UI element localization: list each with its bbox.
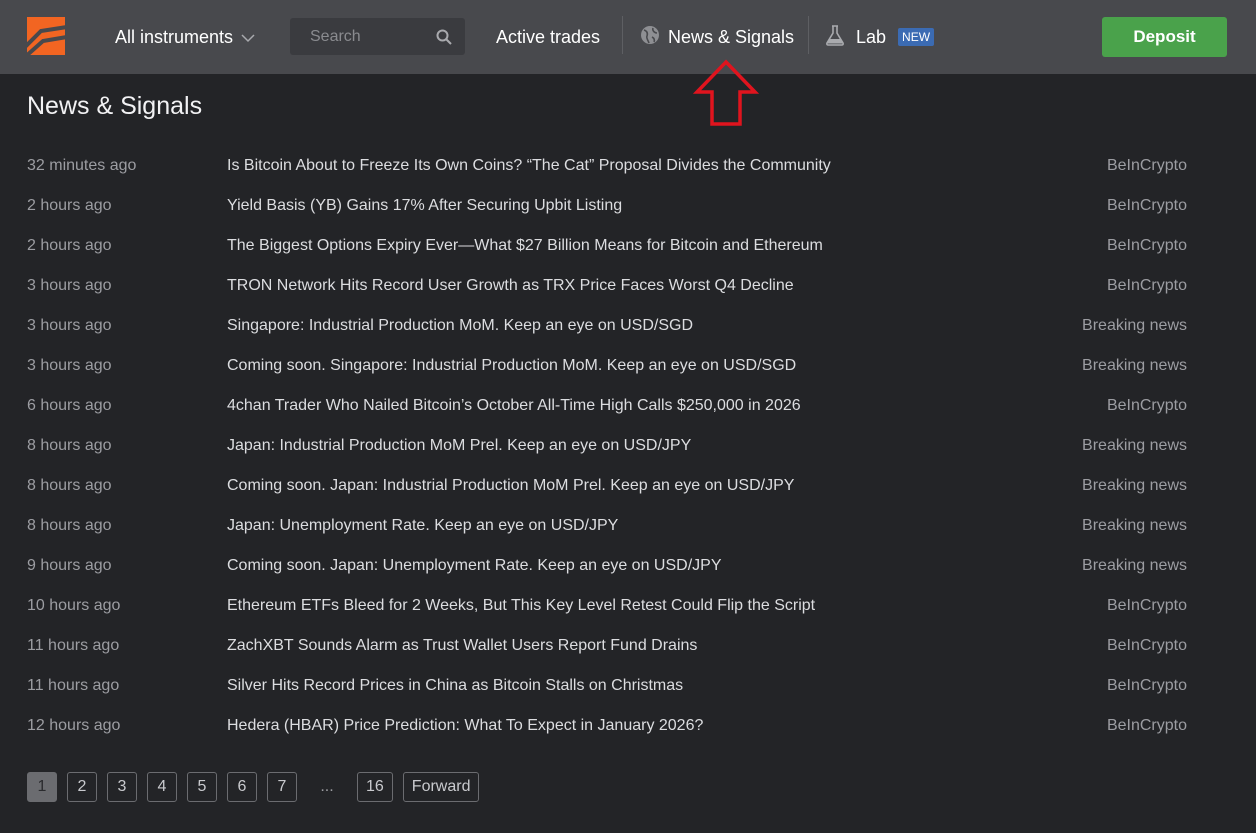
deposit-button[interactable]: Deposit: [1102, 17, 1227, 57]
news-row[interactable]: 8 hours ago Japan: Industrial Production …: [27, 426, 1187, 466]
news-list: 32 minutes ago Is Bitcoin About to Freeze…: [27, 146, 1187, 746]
news-row[interactable]: 3 hours ago TRON Network Hits Record User…: [27, 266, 1187, 306]
news-time: 3 hours ago: [27, 357, 112, 374]
news-source: Breaking news: [1082, 317, 1187, 334]
news-row[interactable]: 11 hours ago ZachXBT Sounds Alarm as Trus…: [27, 626, 1187, 666]
page-button[interactable]: 6: [227, 772, 257, 802]
page-button[interactable]: 5: [187, 772, 217, 802]
search-box: [290, 18, 465, 55]
news-source: Breaking news: [1082, 557, 1187, 574]
news-source: BeInCrypto: [1106, 277, 1187, 294]
nav-lab[interactable]: Lab NEW: [824, 24, 935, 51]
news-source: Breaking news: [1082, 517, 1187, 534]
news-title-link[interactable]: TRON Network Hits Record User Growth as …: [227, 277, 794, 295]
news-time: 8 hours ago: [27, 437, 112, 454]
top-bar: All instruments Active trades News & Sig…: [0, 0, 1256, 74]
chevron-down-icon: [241, 27, 255, 48]
news-source: BeInCrypto: [1106, 197, 1187, 214]
news-time: 9 hours ago: [27, 557, 112, 574]
page-button-last[interactable]: 16: [357, 772, 393, 802]
news-time: 2 hours ago: [27, 237, 112, 254]
page-button[interactable]: 7: [267, 772, 297, 802]
news-row[interactable]: 3 hours ago Singapore: Industrial Product…: [27, 306, 1187, 346]
flask-icon: [824, 24, 846, 51]
news-time: 10 hours ago: [27, 597, 121, 614]
news-source: BeInCrypto: [1106, 637, 1187, 654]
news-row[interactable]: 3 hours ago Coming soon. Singapore: Indus…: [27, 346, 1187, 386]
globe-icon: [640, 25, 660, 50]
news-title-link[interactable]: Coming soon. Singapore: Industrial Produ…: [227, 357, 796, 375]
news-row[interactable]: 2 hours ago Yield Basis (YB) Gains 17% Af…: [27, 186, 1187, 226]
news-time: 3 hours ago: [27, 277, 112, 294]
pagination: 1 2 3 4 5 6 7... 16 Forward: [27, 772, 480, 802]
news-row[interactable]: 9 hours ago Coming soon. Japan: Unemploym…: [27, 546, 1187, 586]
nav-divider: [808, 16, 809, 54]
news-source: Breaking news: [1082, 437, 1187, 454]
all-instruments-label: All instruments: [115, 26, 234, 47]
news-title-link[interactable]: Japan: Unemployment Rate. Keep an eye on…: [227, 517, 618, 535]
page-title: News & Signals: [27, 92, 203, 120]
news-title-link[interactable]: Japan: Industrial Production MoM Prel. K…: [227, 437, 691, 455]
page-button[interactable]: 2: [67, 772, 97, 802]
page-button[interactable]: 4: [147, 772, 177, 802]
pagination-ellipsis: ...: [320, 778, 334, 795]
new-badge: NEW: [898, 28, 935, 46]
search-icon[interactable]: [435, 28, 453, 46]
news-row[interactable]: 12 hours ago Hedera (HBAR) Price Predicti…: [27, 706, 1187, 746]
news-row[interactable]: 6 hours ago 4chan Trader Who Nailed Bitco…: [27, 386, 1187, 426]
news-source: BeInCrypto: [1106, 717, 1187, 734]
news-title-link[interactable]: 4chan Trader Who Nailed Bitcoin’s Octobe…: [227, 397, 801, 415]
news-time: 3 hours ago: [27, 317, 112, 334]
news-source: BeInCrypto: [1106, 597, 1187, 614]
news-row[interactable]: 2 hours ago The Biggest Options Expiry Ev…: [27, 226, 1187, 266]
news-time: 11 hours ago: [27, 637, 120, 654]
news-title-link[interactable]: Coming soon. Japan: Unemployment Rate. K…: [227, 557, 722, 575]
nav-active-trades[interactable]: Active trades: [496, 24, 600, 50]
news-row[interactable]: 8 hours ago Coming soon. Japan: Industria…: [27, 466, 1187, 506]
news-source: BeInCrypto: [1106, 397, 1187, 414]
news-time: 12 hours ago: [27, 717, 121, 734]
news-source: Breaking news: [1082, 357, 1187, 374]
brand-logo-icon[interactable]: [23, 17, 68, 59]
news-title-link[interactable]: Yield Basis (YB) Gains 17% After Securin…: [227, 197, 622, 215]
news-time: 32 minutes ago: [27, 157, 137, 174]
page-button[interactable]: 3: [107, 772, 137, 802]
news-row[interactable]: 32 minutes ago Is Bitcoin About to Freeze…: [27, 146, 1187, 186]
annotation-arrow-up-icon: [692, 58, 760, 128]
news-title-link[interactable]: Is Bitcoin About to Freeze Its Own Coins…: [227, 157, 831, 175]
news-source: BeInCrypto: [1106, 157, 1187, 174]
news-time: 2 hours ago: [27, 197, 112, 214]
news-source: BeInCrypto: [1106, 677, 1187, 694]
all-instruments-dropdown[interactable]: All instruments: [115, 24, 255, 50]
news-time: 8 hours ago: [27, 517, 112, 534]
nav-news-label: News & Signals: [668, 26, 795, 47]
search-input[interactable]: [290, 18, 430, 55]
news-time: 8 hours ago: [27, 477, 112, 494]
news-title-link[interactable]: Coming soon. Japan: Industrial Productio…: [227, 477, 794, 495]
news-time: 6 hours ago: [27, 397, 112, 414]
nav-divider: [622, 16, 623, 54]
page-button[interactable]: 1: [27, 772, 57, 802]
news-title-link[interactable]: Ethereum ETFs Bleed for 2 Weeks, But Thi…: [227, 597, 815, 615]
forward-button[interactable]: Forward: [402, 772, 480, 802]
news-row[interactable]: 10 hours ago Ethereum ETFs Bleed for 2 We…: [27, 586, 1187, 626]
news-source: BeInCrypto: [1106, 237, 1187, 254]
news-time: 11 hours ago: [27, 677, 120, 694]
nav-news-signals[interactable]: News & Signals: [640, 24, 794, 50]
news-title-link[interactable]: Silver Hits Record Prices in China as Bi…: [227, 677, 683, 695]
news-row[interactable]: 11 hours ago Silver Hits Record Prices in…: [27, 666, 1187, 706]
news-row[interactable]: 8 hours ago Japan: Unemployment Rate. Kee…: [27, 506, 1187, 546]
news-title-link[interactable]: Hedera (HBAR) Price Prediction: What To …: [227, 717, 703, 735]
news-source: Breaking news: [1082, 477, 1187, 494]
news-title-link[interactable]: The Biggest Options Expiry Ever—What $27…: [227, 237, 823, 255]
news-title-link[interactable]: Singapore: Industrial Production MoM. Ke…: [227, 317, 693, 335]
nav-lab-label: Lab: [856, 26, 887, 47]
news-title-link[interactable]: ZachXBT Sounds Alarm as Trust Wallet Use…: [227, 637, 697, 655]
